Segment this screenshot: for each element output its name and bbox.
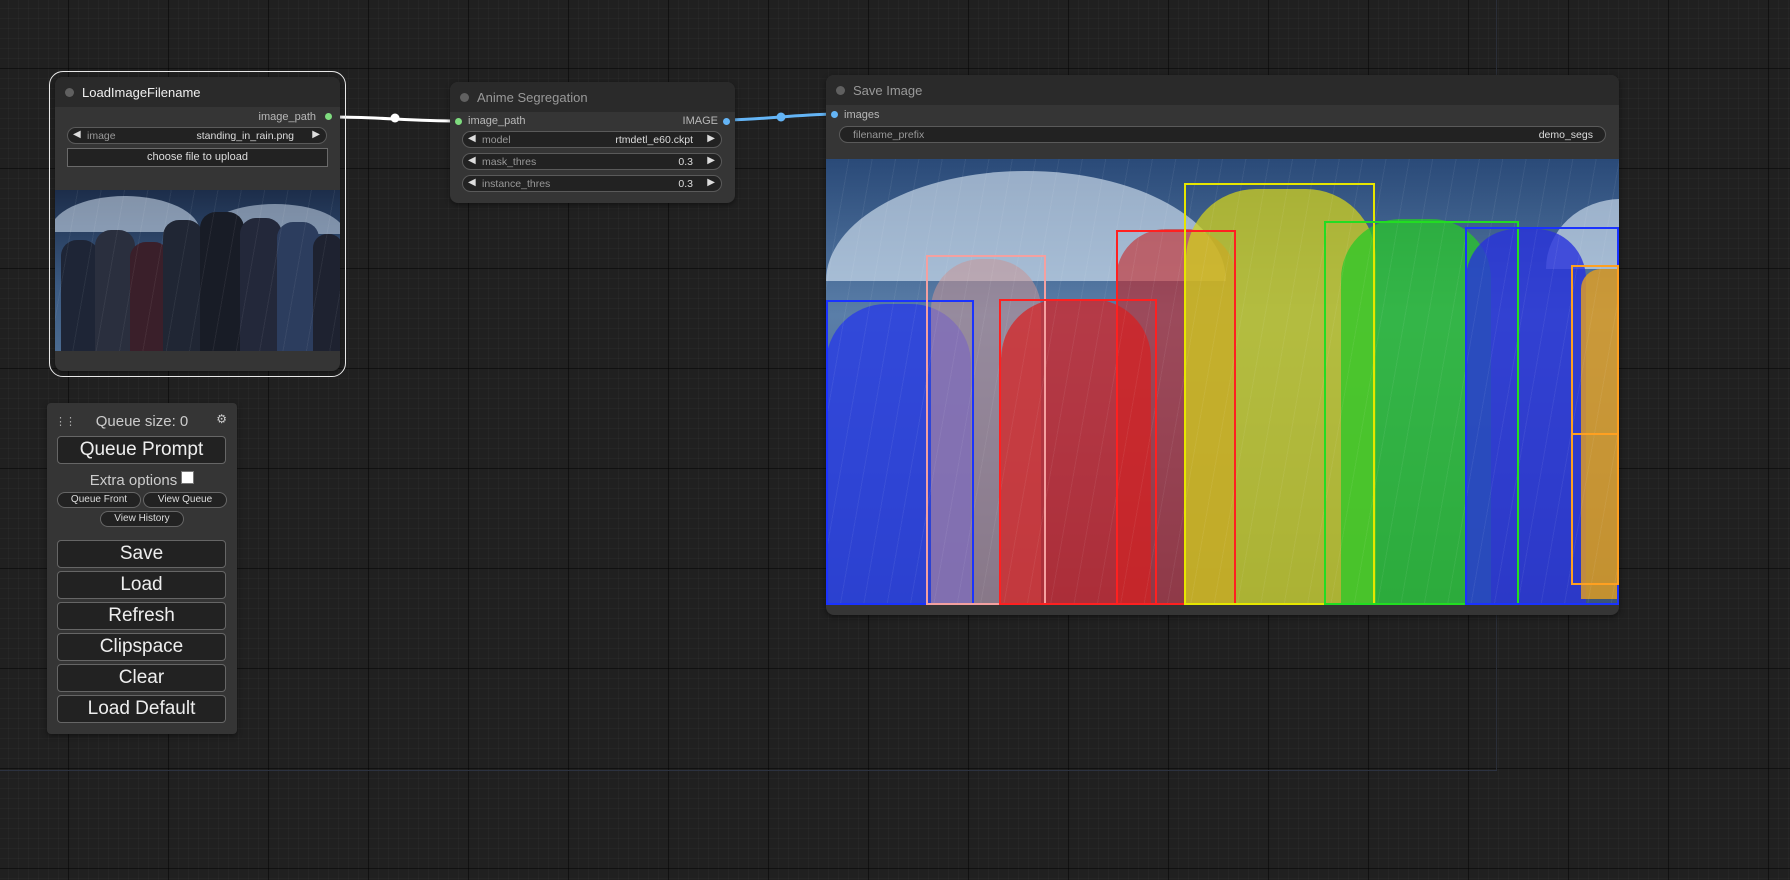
- arrow-left-icon[interactable]: ◀: [468, 155, 476, 166]
- link-image-midpoint: [776, 112, 786, 122]
- widget-value: standing_in_rain.png: [196, 130, 295, 142]
- arrow-right-icon[interactable]: ▶: [707, 155, 715, 166]
- segmentation-result-preview: [826, 159, 1619, 605]
- refresh-button[interactable]: Refresh: [57, 602, 226, 630]
- node-title: Anime Segregation: [477, 90, 588, 105]
- instance-thres-number-widget[interactable]: ◀ instance_thres 0.3 ▶: [462, 175, 722, 192]
- extra-options-label: Extra options: [89, 472, 178, 489]
- collapse-dot-icon[interactable]: [836, 86, 845, 95]
- widget-label: image: [87, 130, 116, 142]
- queue-front-button[interactable]: Queue Front: [57, 492, 141, 508]
- input-slot-label: image_path: [468, 115, 526, 127]
- extra-options-row: Extra options: [47, 471, 237, 489]
- arrow-right-icon[interactable]: ▶: [312, 129, 320, 140]
- input-slot-label: images: [844, 109, 880, 121]
- canvas-guide-horizontal: [0, 770, 1497, 771]
- extra-options-checkbox[interactable]: [181, 471, 195, 484]
- widget-label: model: [482, 134, 511, 146]
- rain-overlay: [55, 190, 340, 351]
- input-slot-dot[interactable]: [831, 111, 838, 118]
- anime-segregation-node[interactable]: Anime Segregation image_path IMAGE ◀ mod…: [450, 82, 735, 203]
- link-image-path: [332, 115, 459, 123]
- arrow-right-icon[interactable]: ▶: [707, 177, 715, 188]
- gear-icon[interactable]: ⚙: [216, 412, 227, 426]
- widget-value: demo_segs: [1538, 129, 1593, 141]
- view-history-button[interactable]: View History: [100, 511, 184, 527]
- filename-prefix-widget[interactable]: filename_prefix demo_segs: [839, 126, 1606, 143]
- link-image-path-midpoint: [390, 113, 400, 123]
- queue-prompt-button[interactable]: Queue Prompt: [57, 436, 226, 464]
- arrow-right-icon[interactable]: ▶: [707, 133, 715, 144]
- widget-value: 0.3: [678, 178, 693, 190]
- node-title: LoadImageFilename: [82, 85, 201, 100]
- queue-menu-panel: ⋮⋮ Queue size: 0 ⚙ Queue Prompt Extra op…: [47, 403, 237, 734]
- load-button[interactable]: Load: [57, 571, 226, 599]
- arrow-left-icon[interactable]: ◀: [73, 129, 81, 140]
- queue-size-label: Queue size: 0: [95, 413, 189, 430]
- output-slot-dot[interactable]: [723, 118, 730, 125]
- output-slot-label: IMAGE: [682, 115, 718, 127]
- collapse-dot-icon[interactable]: [460, 93, 469, 102]
- collapse-dot-icon[interactable]: [65, 88, 74, 97]
- clipspace-button[interactable]: Clipspace: [57, 633, 226, 661]
- save-image-node[interactable]: Save Image images filename_prefix demo_s…: [826, 75, 1619, 615]
- widget-label: mask_thres: [482, 156, 537, 168]
- widget-label: filename_prefix: [853, 129, 925, 141]
- save-button[interactable]: Save: [57, 540, 226, 568]
- load-default-button[interactable]: Load Default: [57, 695, 226, 723]
- output-slot-dot[interactable]: [325, 113, 332, 120]
- output-slot-label: image_path: [258, 111, 317, 123]
- choose-file-button[interactable]: choose file to upload: [67, 148, 328, 167]
- bounding-box-orange: [1571, 433, 1619, 585]
- node-title-bar[interactable]: LoadImageFilename: [55, 77, 340, 107]
- image-combo-widget[interactable]: ◀ image standing_in_rain.png ▶: [67, 127, 327, 144]
- widget-value: 0.3: [678, 156, 693, 168]
- input-slot-dot[interactable]: [455, 118, 462, 125]
- arrow-left-icon[interactable]: ◀: [468, 177, 476, 188]
- node-title-bar[interactable]: Save Image: [826, 75, 1619, 105]
- model-combo-widget[interactable]: ◀ model rtmdetl_e60.ckpt ▶: [462, 131, 722, 148]
- node-title: Save Image: [853, 83, 923, 98]
- link-image: [727, 112, 836, 122]
- node-title-bar[interactable]: Anime Segregation: [450, 82, 735, 112]
- load-image-filename-node[interactable]: LoadImageFilename image_path ◀ image sta…: [49, 71, 346, 377]
- image-preview: [55, 190, 340, 351]
- view-queue-button[interactable]: View Queue: [143, 492, 227, 508]
- clear-button[interactable]: Clear: [57, 664, 226, 692]
- widget-value: rtmdetl_e60.ckpt: [615, 134, 693, 146]
- mask-thres-number-widget[interactable]: ◀ mask_thres 0.3 ▶: [462, 153, 722, 170]
- bounding-box-orange: [1571, 265, 1619, 435]
- arrow-left-icon[interactable]: ◀: [468, 133, 476, 144]
- widget-label: instance_thres: [482, 178, 551, 190]
